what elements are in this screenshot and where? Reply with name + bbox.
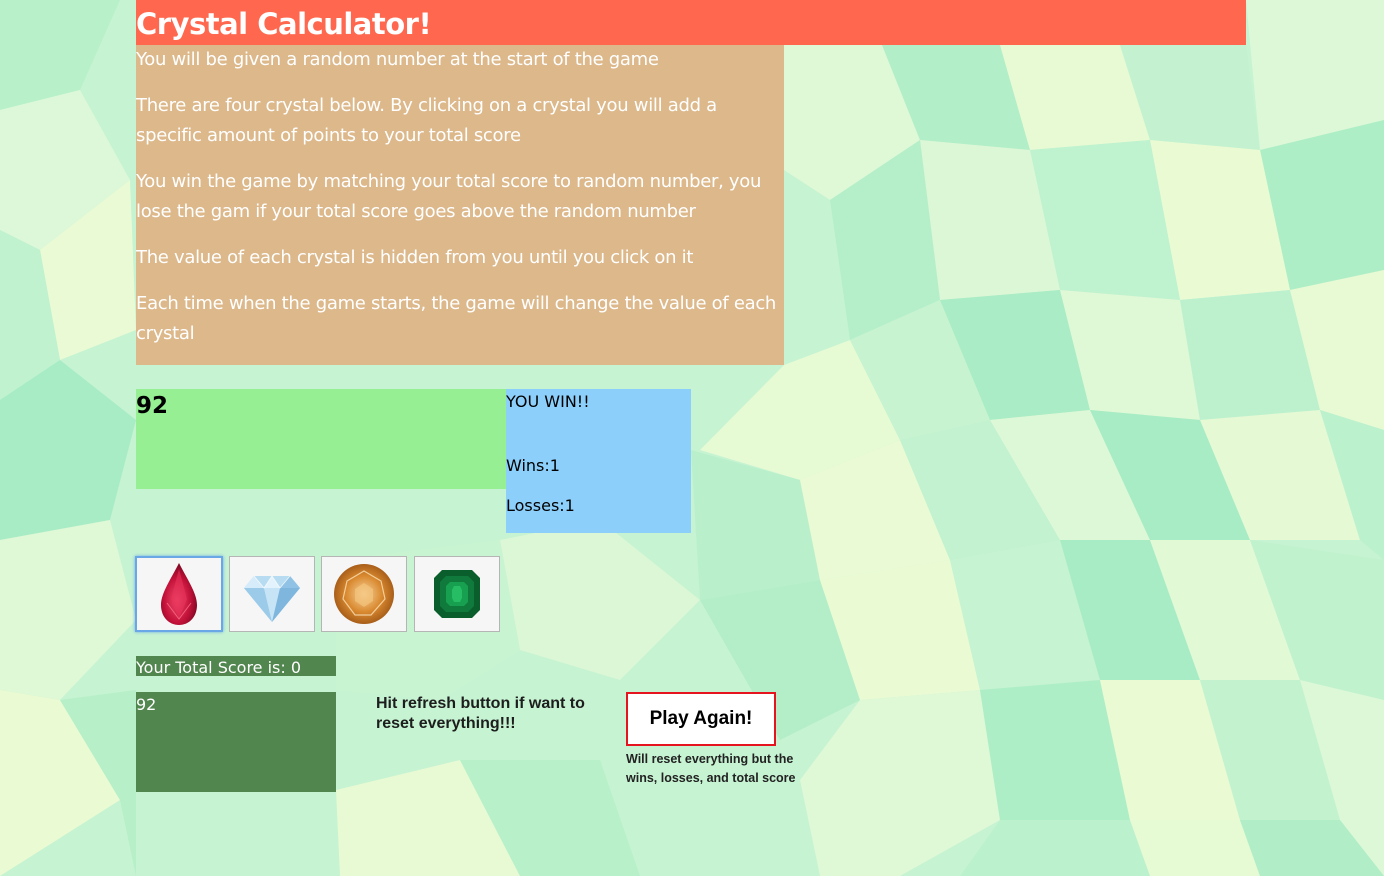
orange-topaz-crystal-icon bbox=[334, 564, 394, 624]
instructions-panel: You will be given a random number at the… bbox=[136, 45, 784, 365]
page-title: Crystal Calculator! bbox=[136, 7, 432, 41]
random-number-box: 92 bbox=[136, 389, 506, 489]
instruction-text: Each time when the game starts, the game… bbox=[136, 293, 777, 344]
green-emerald-crystal-icon bbox=[434, 570, 480, 618]
random-number: 92 bbox=[136, 393, 169, 419]
result-message: YOU WIN!! bbox=[506, 392, 590, 411]
wins-counter: Wins:1 bbox=[506, 456, 560, 475]
instruction-text: You will be given a random number at the… bbox=[136, 49, 659, 70]
refresh-note: Hit refresh button if want to reset ever… bbox=[376, 695, 585, 732]
title-bar: Crystal Calculator! bbox=[136, 0, 1246, 45]
red-ruby-crystal-icon bbox=[161, 563, 197, 625]
crystal-button-topaz[interactable] bbox=[321, 556, 407, 632]
score-box: 92 bbox=[136, 692, 336, 792]
total-score-label: Your Total Score is: 0 bbox=[136, 656, 336, 677]
status-box: YOU WIN!! Wins:1 Losses:1 bbox=[506, 389, 691, 533]
instruction-text: The value of each crystal is hidden from… bbox=[136, 247, 694, 268]
score-value: 92 bbox=[136, 695, 157, 714]
instruction-text: You win the game by matching your total … bbox=[136, 171, 762, 222]
instruction-text: There are four crystal below. By clickin… bbox=[136, 95, 717, 146]
losses-counter: Losses:1 bbox=[506, 496, 575, 515]
play-again-button[interactable]: Play Again! bbox=[626, 692, 776, 746]
crystal-button-emerald[interactable] bbox=[414, 556, 500, 632]
crystal-button-diamond[interactable] bbox=[229, 556, 315, 632]
crystal-button-ruby[interactable] bbox=[135, 556, 223, 632]
play-again-note: Will reset everything but the wins, loss… bbox=[626, 752, 796, 785]
blue-diamond-crystal-icon bbox=[244, 575, 300, 622]
